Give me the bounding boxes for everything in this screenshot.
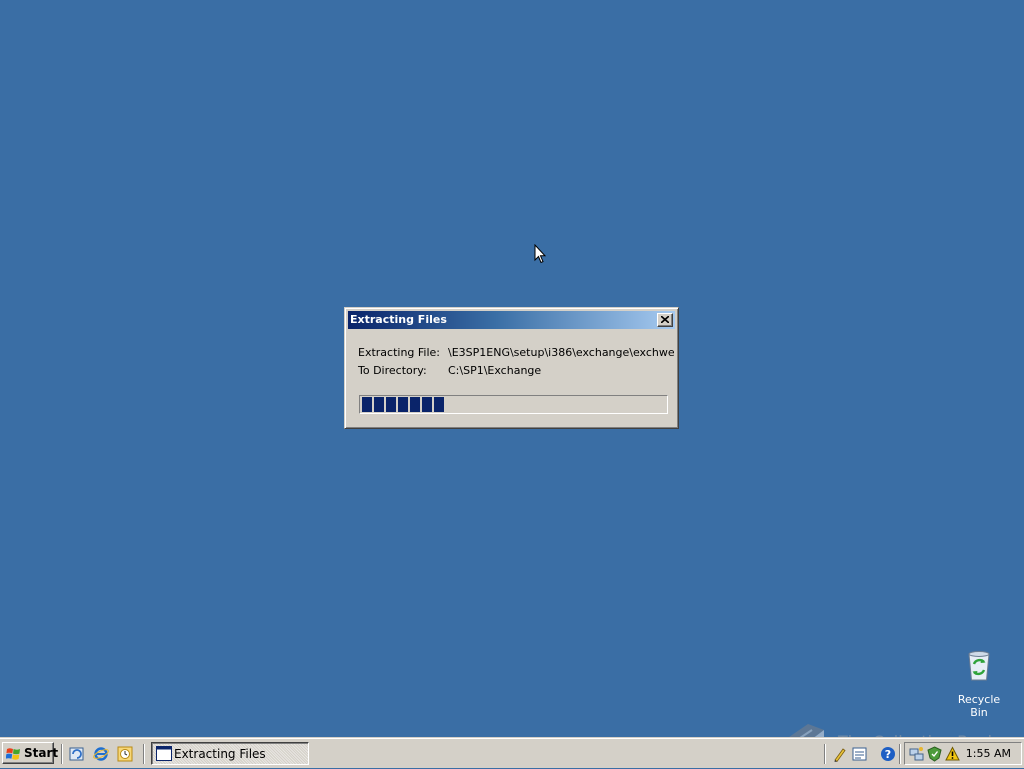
close-icon (661, 316, 669, 323)
close-button[interactable] (657, 313, 673, 327)
taskbar: Start Extracting Files ? 1:55 AM (0, 738, 1024, 768)
taskbar-button-extracting-files[interactable]: Extracting Files (151, 742, 309, 765)
progress-block (386, 397, 396, 412)
progress-block (398, 397, 408, 412)
dialog-title: Extracting Files (350, 313, 447, 326)
taskbar-separator (824, 744, 826, 764)
taskbar-separator (143, 744, 145, 764)
extracting-file-label: Extracting File: (358, 346, 441, 359)
help-icon[interactable]: ? (880, 746, 896, 762)
extraction-progress-bar (359, 395, 668, 414)
outlook-icon[interactable] (117, 746, 133, 762)
progress-block (410, 397, 420, 412)
window-icon (156, 746, 172, 761)
start-label: Start (24, 746, 59, 760)
system-tray: 1:55 AM (904, 742, 1022, 765)
progress-fill (361, 397, 444, 412)
recycle-bin-icon (968, 651, 990, 681)
to-directory-value: C:\SP1\Exchange (448, 364, 542, 377)
svg-text:?: ? (885, 748, 891, 761)
clock[interactable]: 1:55 AM (966, 747, 1011, 760)
taskbar-separator (61, 744, 63, 764)
notepad-icon[interactable] (852, 746, 868, 762)
extracting-file-value: \E3SP1ENG\setup\i386\exchange\exchweb\ (448, 346, 674, 359)
windows-logo-icon (6, 748, 20, 760)
internet-explorer-icon[interactable] (93, 746, 109, 762)
progress-block (434, 397, 444, 412)
to-directory-label: To Directory: (358, 364, 427, 377)
warning-icon[interactable] (945, 746, 960, 762)
extracting-files-dialog: Extracting Files Extracting File: \E3SP1… (344, 307, 679, 429)
taskbar-separator (899, 744, 901, 764)
progress-block (374, 397, 384, 412)
to-directory-row: To Directory: C:\SP1\Exchange (358, 364, 678, 378)
network-icon[interactable] (909, 746, 924, 762)
recycle-bin-desktop-icon[interactable]: Recycle Bin (948, 648, 1010, 719)
pencil-icon[interactable] (832, 746, 846, 762)
extracting-file-row: Extracting File: \E3SP1ENG\setup\i386\ex… (358, 346, 678, 360)
progress-block (362, 397, 372, 412)
start-button[interactable]: Start (2, 742, 58, 764)
explorer-icon[interactable] (69, 746, 85, 762)
security-icon[interactable] (927, 746, 942, 762)
task-label: Extracting Files (174, 747, 266, 761)
mouse-cursor-icon (534, 244, 546, 264)
progress-block (422, 397, 432, 412)
dialog-titlebar[interactable]: Extracting Files (348, 311, 675, 329)
